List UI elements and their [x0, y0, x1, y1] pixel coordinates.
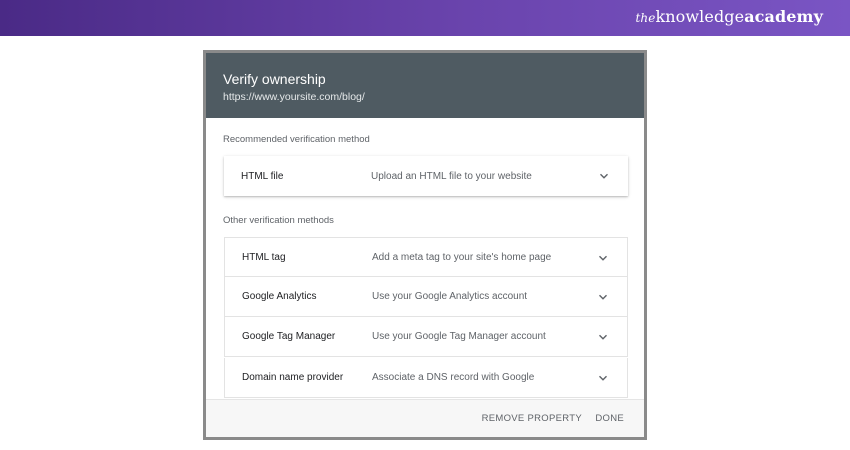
- remove-property-button[interactable]: REMOVE PROPERTY: [482, 413, 582, 424]
- top-banner: theknowledgeacademy: [0, 0, 850, 36]
- method-html-tag[interactable]: HTML tag Add a meta tag to your site's h…: [224, 237, 628, 277]
- method-name: HTML file: [241, 170, 284, 182]
- method-name: Google Tag Manager: [242, 331, 336, 342]
- method-name: HTML tag: [242, 251, 286, 263]
- method-description: Use your Google Tag Manager account: [372, 331, 546, 342]
- brand-logo: theknowledgeacademy: [635, 7, 823, 26]
- property-url: https://www.yoursite.com/blog/: [223, 91, 365, 103]
- method-name: Google Analytics: [242, 291, 317, 302]
- brand-suffix: academy: [744, 7, 823, 26]
- verify-ownership-dialog: Verify ownership https://www.yoursite.co…: [206, 53, 644, 437]
- method-domain-name-provider[interactable]: Domain name provider Associate a DNS rec…: [224, 358, 628, 398]
- method-google-tag-manager[interactable]: Google Tag Manager Use your Google Tag M…: [224, 317, 628, 357]
- chevron-down-icon[interactable]: [597, 331, 609, 343]
- done-button[interactable]: DONE: [595, 413, 624, 424]
- dialog-header: Verify ownership https://www.yoursite.co…: [206, 53, 644, 118]
- brand-middle: knowledge: [655, 7, 745, 26]
- dialog-title: Verify ownership: [223, 71, 326, 87]
- method-name: Domain name provider: [242, 372, 344, 383]
- chevron-down-icon[interactable]: [597, 291, 609, 303]
- method-description: Associate a DNS record with Google: [372, 372, 535, 383]
- method-description: Use your Google Analytics account: [372, 291, 528, 302]
- method-google-analytics[interactable]: Google Analytics Use your Google Analyti…: [224, 277, 628, 317]
- chevron-down-icon[interactable]: [598, 170, 610, 182]
- method-html-file[interactable]: HTML file Upload an HTML file to your we…: [224, 156, 628, 196]
- chevron-down-icon[interactable]: [597, 252, 609, 264]
- other-section-label: Other verification methods: [223, 215, 334, 226]
- dialog-frame: Verify ownership https://www.yoursite.co…: [203, 50, 647, 440]
- dialog-footer: REMOVE PROPERTY DONE: [206, 399, 644, 437]
- brand-prefix: the: [635, 11, 656, 25]
- chevron-down-icon[interactable]: [597, 372, 609, 384]
- method-description: Add a meta tag to your site's home page: [372, 251, 552, 263]
- recommended-section-label: Recommended verification method: [223, 134, 370, 145]
- method-description: Upload an HTML file to your website: [371, 170, 532, 182]
